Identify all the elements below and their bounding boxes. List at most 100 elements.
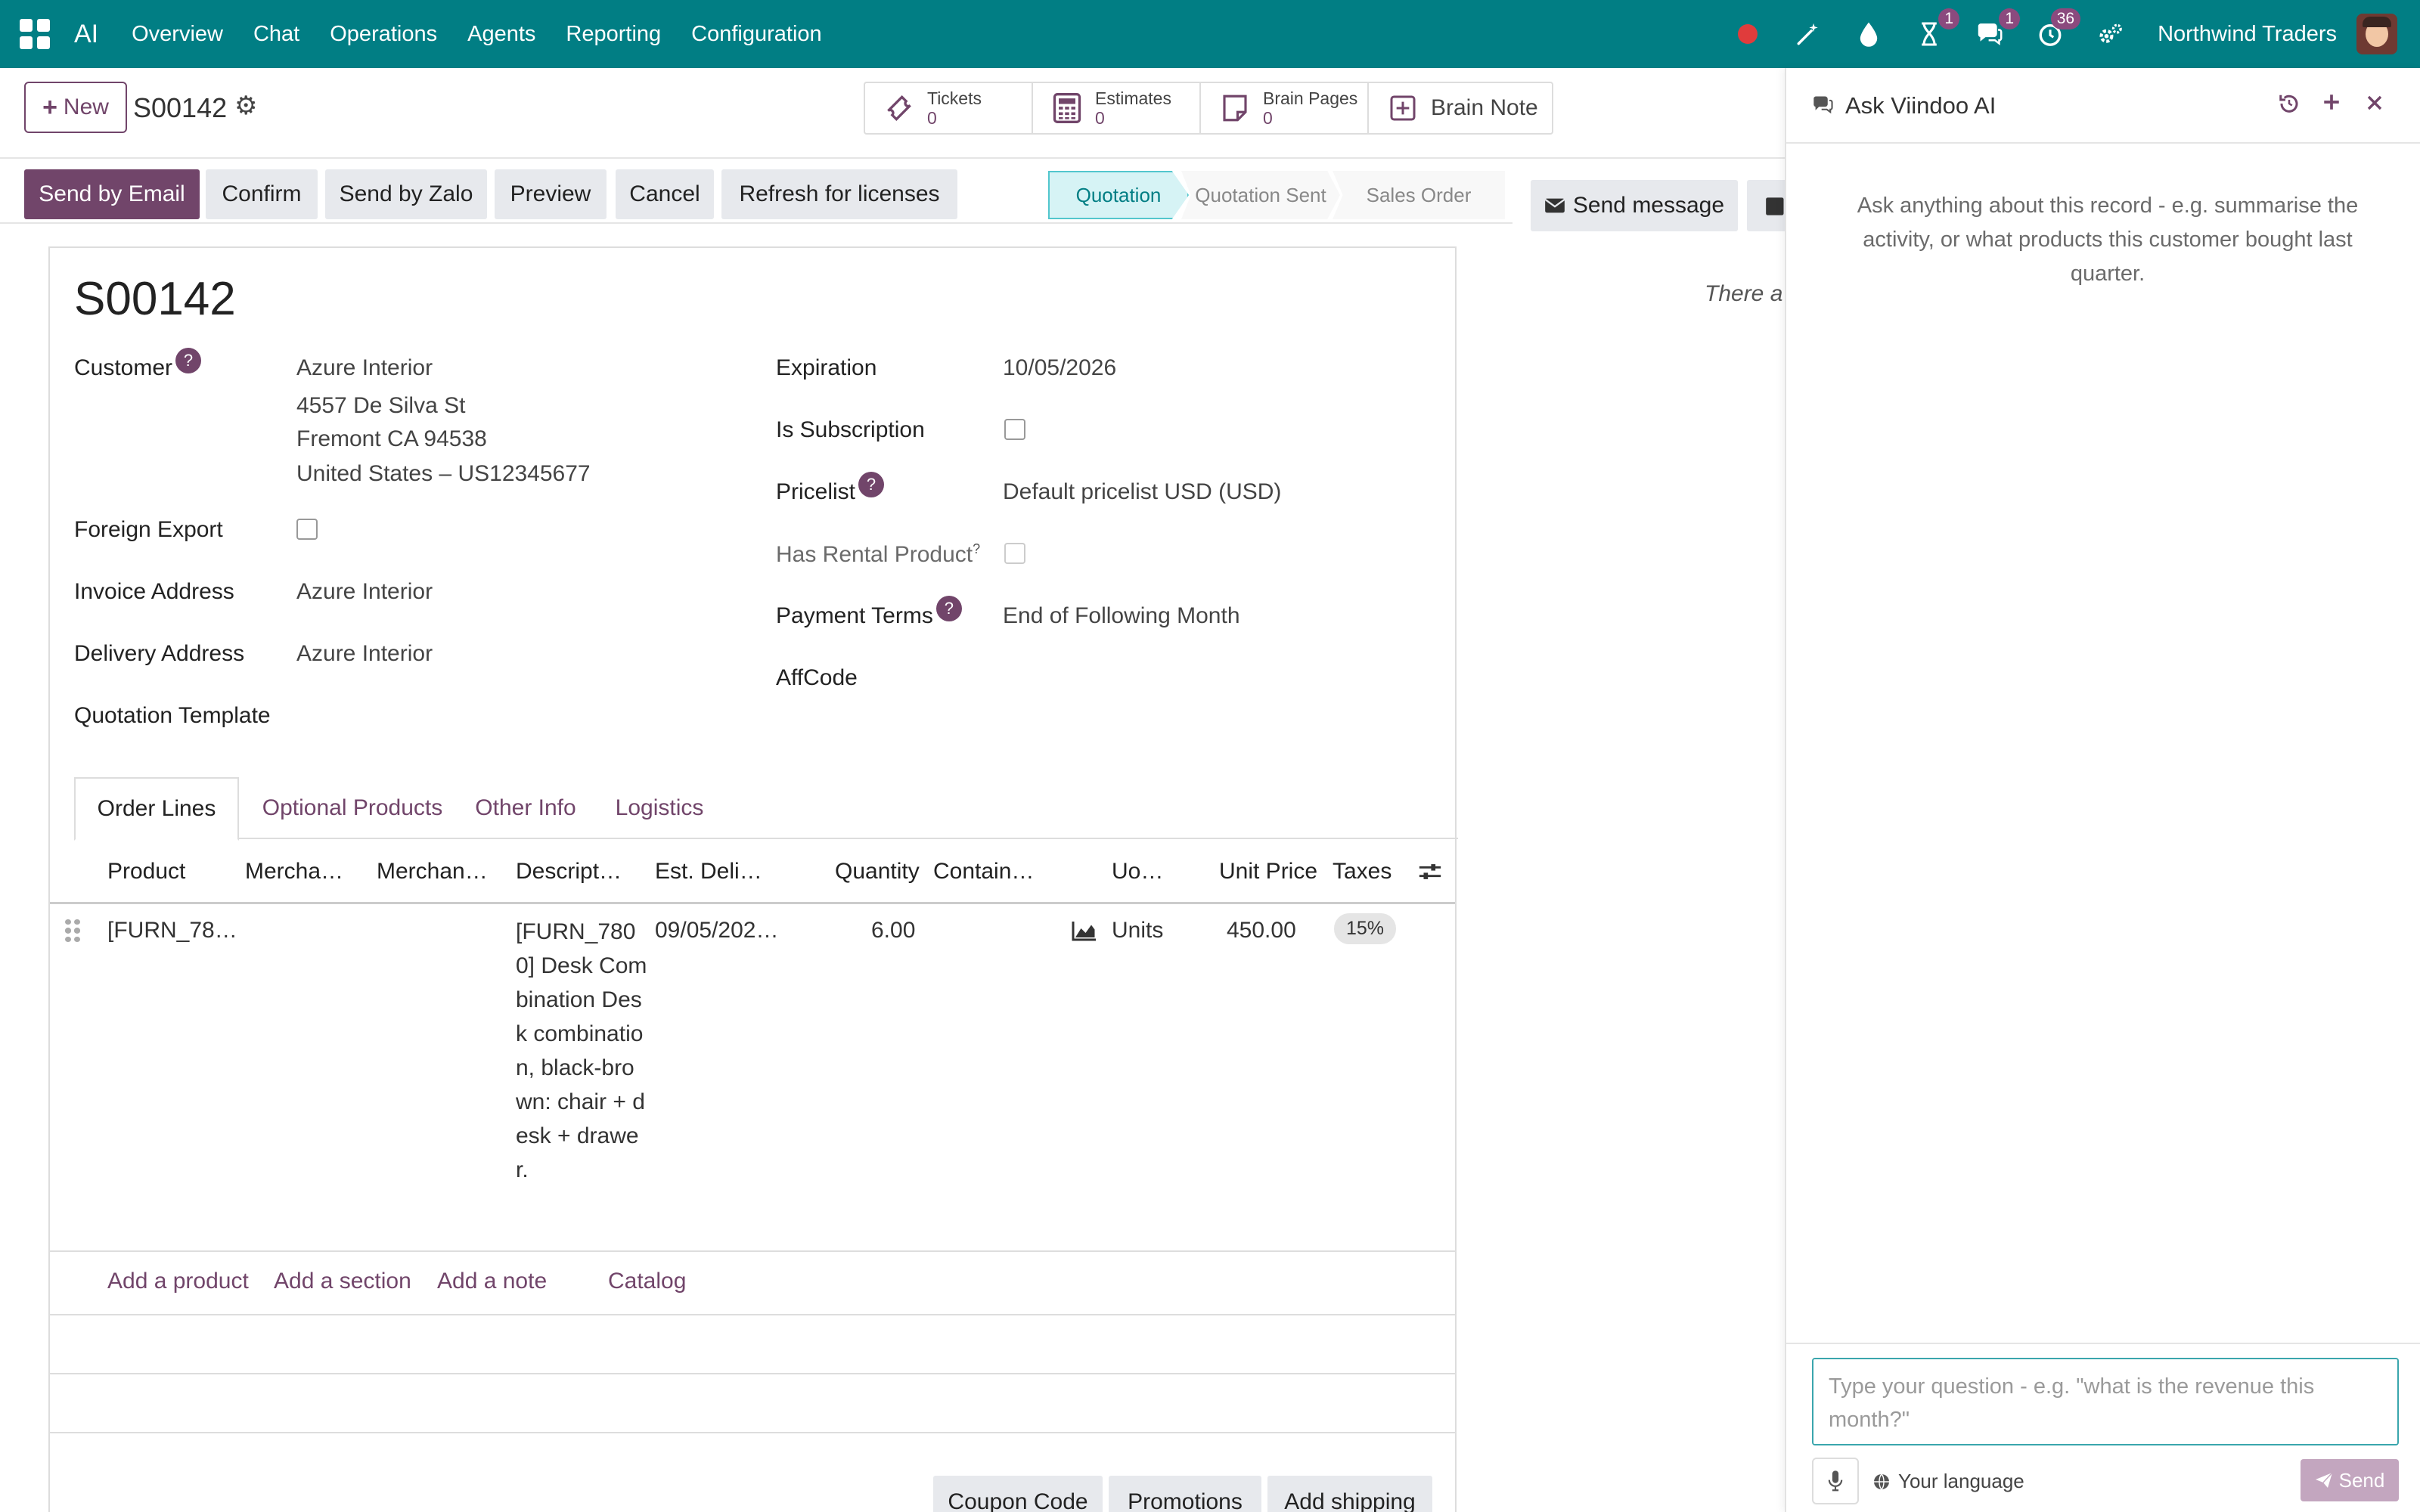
is-subscription-checkbox[interactable] xyxy=(1004,419,1025,440)
pricelist-help-icon[interactable]: ? xyxy=(858,472,885,497)
column-settings-icon[interactable] xyxy=(1417,860,1443,889)
tab-other-info[interactable]: Other Info xyxy=(463,777,588,839)
timer-icon[interactable]: 36 xyxy=(2037,8,2081,48)
new-button[interactable]: + New xyxy=(24,82,127,133)
ai-panel-title: Ask Viindoo AI xyxy=(1845,92,1996,119)
cancel-button[interactable]: Cancel xyxy=(616,169,714,219)
ticket-icon xyxy=(882,91,917,125)
company-switcher[interactable]: Northwind Traders xyxy=(2158,22,2337,47)
menu-overview[interactable]: Overview xyxy=(132,22,223,47)
expiration-value[interactable]: 10/05/2026 xyxy=(1003,355,1116,381)
col-unit-price[interactable]: Unit Price xyxy=(1219,859,1317,885)
smart-tickets-label: Tickets xyxy=(927,88,982,108)
magic-wand-icon[interactable] xyxy=(1795,20,1822,48)
add-note-link[interactable]: Add a note xyxy=(437,1269,547,1294)
tab-optional-products[interactable]: Optional Products xyxy=(253,777,452,839)
customer-help-icon[interactable]: ? xyxy=(175,348,202,373)
smart-button-brain-note[interactable]: Brain Note xyxy=(1369,83,1552,133)
history-icon[interactable] xyxy=(2278,92,2301,121)
table-row[interactable]: [FURN_78… [FURN_7800] Desk Combination D… xyxy=(50,904,1455,1252)
send-by-zalo-button[interactable]: Send by Zalo xyxy=(325,169,487,219)
col-uom[interactable]: Uo… xyxy=(1112,859,1163,885)
stage-quotation[interactable]: Quotation xyxy=(1048,171,1189,219)
send-by-email-button[interactable]: Send by Email xyxy=(24,169,200,219)
expiration-label: Expiration xyxy=(776,355,877,380)
stage-quotation-sent[interactable]: Quotation Sent xyxy=(1181,171,1340,219)
row-unit-price[interactable]: 450.00 xyxy=(1227,918,1296,943)
hourglass-icon[interactable]: 1 xyxy=(1916,8,1960,48)
delivery-address-value[interactable]: Azure Interior xyxy=(296,641,433,667)
invoice-address-value[interactable]: Azure Interior xyxy=(296,579,433,605)
pricelist-value[interactable]: Default pricelist USD (USD) xyxy=(1003,479,1281,505)
col-merchandise-1[interactable]: Mercha… xyxy=(245,859,343,885)
close-icon[interactable] xyxy=(2366,92,2384,118)
menu-chat[interactable]: Chat xyxy=(253,22,299,47)
send-message-button[interactable]: Send message xyxy=(1531,180,1738,231)
messages-badge: 1 xyxy=(1999,8,2021,29)
drag-handle-icon[interactable] xyxy=(65,919,80,942)
invoice-address-label: Invoice Address xyxy=(74,579,234,604)
smart-brain-pages-count: 0 xyxy=(1263,108,1273,128)
catalog-link[interactable]: Catalog xyxy=(608,1269,686,1294)
confirm-button[interactable]: Confirm xyxy=(206,169,318,219)
new-chat-plus-icon[interactable] xyxy=(2322,92,2341,118)
tab-logistics[interactable]: Logistics xyxy=(599,777,720,839)
has-rental-label-text: Has Rental Product xyxy=(776,542,973,567)
droplet-icon[interactable] xyxy=(1855,20,1882,48)
tab-order-lines[interactable]: Order Lines xyxy=(74,777,239,841)
smart-button-estimates[interactable]: Estimates 0 xyxy=(1033,83,1201,133)
smart-button-tickets[interactable]: Tickets 0 xyxy=(865,83,1033,133)
coupon-code-button[interactable]: Coupon Code xyxy=(933,1476,1103,1512)
foreign-export-checkbox[interactable] xyxy=(296,519,318,540)
add-section-link[interactable]: Add a section xyxy=(274,1269,411,1294)
row-tax-badge[interactable]: 15% xyxy=(1334,913,1397,944)
has-rental-help-icon[interactable]: ? xyxy=(973,541,980,556)
messages-icon[interactable]: 1 xyxy=(1976,8,2021,48)
smart-button-brain-pages[interactable]: Brain Pages 0 xyxy=(1201,83,1369,133)
gear-icon[interactable]: ⚙ xyxy=(234,91,257,121)
language-selector[interactable]: Your language xyxy=(1872,1470,2024,1493)
payment-terms-help-icon[interactable]: ? xyxy=(935,596,962,621)
row-description[interactable]: [FURN_7800] Desk Combination Desk combin… xyxy=(516,915,649,1187)
col-est-delivery[interactable]: Est. Deli… xyxy=(655,859,762,885)
col-description[interactable]: Descript… xyxy=(516,859,622,885)
row-est-delivery[interactable]: 09/05/202… xyxy=(655,918,778,943)
col-quantity[interactable]: Quantity xyxy=(835,859,920,885)
menu-operations[interactable]: Operations xyxy=(330,22,437,47)
menu-configuration[interactable]: Configuration xyxy=(691,22,822,47)
app-name[interactable]: AI xyxy=(74,20,98,49)
plus-icon: + xyxy=(42,92,57,122)
row-quantity[interactable]: 6.00 xyxy=(871,918,915,943)
promotions-button[interactable]: Promotions xyxy=(1109,1476,1261,1512)
microphone-icon[interactable] xyxy=(1812,1458,1859,1504)
preview-button[interactable]: Preview xyxy=(495,169,607,219)
menu-agents[interactable]: Agents xyxy=(467,22,535,47)
app-root: AI Overview Chat Operations Agents Repor… xyxy=(0,0,2420,1512)
customer-name[interactable]: Azure Interior xyxy=(296,355,433,381)
payment-terms-value[interactable]: End of Following Month xyxy=(1003,603,1240,629)
user-avatar[interactable] xyxy=(2356,14,2397,54)
row-uom[interactable]: Units xyxy=(1112,918,1163,943)
ai-send-button[interactable]: Send xyxy=(2301,1459,2399,1501)
language-label: Your language xyxy=(1898,1470,2024,1492)
has-rental-label: Has Rental Product? xyxy=(776,541,980,568)
forecast-chart-icon[interactable] xyxy=(1071,919,1098,948)
menu-reporting[interactable]: Reporting xyxy=(566,22,661,47)
col-product[interactable]: Product xyxy=(107,859,185,885)
add-product-link[interactable]: Add a product xyxy=(107,1269,249,1294)
settings-gears-icon[interactable] xyxy=(2097,20,2124,48)
pricelist-label: Pricelist? xyxy=(776,472,885,505)
ai-question-input[interactable] xyxy=(1812,1358,2399,1445)
col-container[interactable]: Contain… xyxy=(933,859,1034,885)
col-merchandise-2[interactable]: Merchan… xyxy=(377,859,488,885)
col-taxes[interactable]: Taxes xyxy=(1333,859,1392,885)
smart-brain-note-label: Brain Note xyxy=(1431,95,1538,120)
envelope-icon xyxy=(1544,198,1565,213)
stage-sales-order[interactable]: Sales Order xyxy=(1333,171,1505,219)
recording-icon[interactable] xyxy=(1734,20,1761,48)
apps-menu-icon[interactable] xyxy=(20,19,50,49)
is-subscription-label: Is Subscription xyxy=(776,417,925,442)
refresh-licenses-button[interactable]: Refresh for licenses xyxy=(721,169,957,219)
row-product[interactable]: [FURN_78… xyxy=(107,918,237,943)
add-shipping-button[interactable]: Add shipping xyxy=(1267,1476,1432,1512)
